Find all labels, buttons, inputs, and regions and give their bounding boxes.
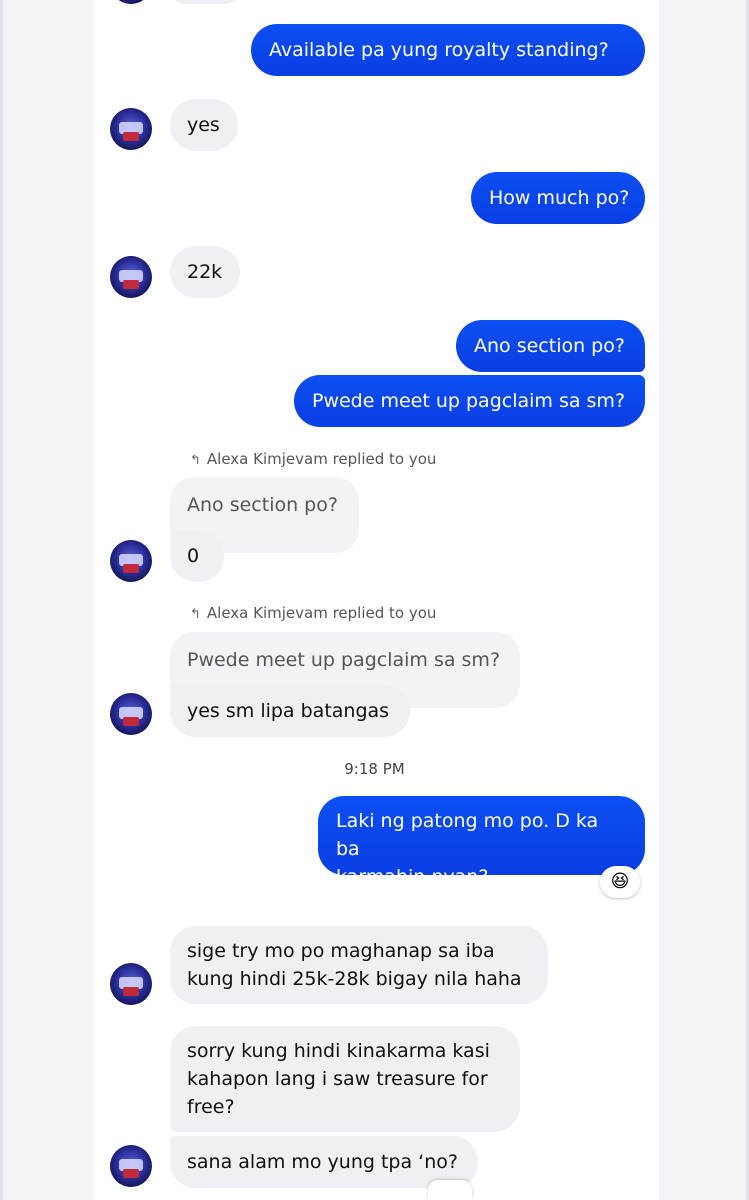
contact-avatar[interactable] — [110, 1145, 152, 1187]
incoming-message[interactable]: sorry kung hindi kinakarma kasi kahapon … — [170, 1026, 520, 1132]
message-line: karmahin nyan? — [336, 866, 489, 888]
incoming-message[interactable]: sana alam mo yung tpa ‘no? — [170, 1136, 478, 1188]
timestamp: 9:18 PM — [344, 760, 405, 778]
message-line: kung hindi 25k-28k bigay nila haha — [187, 968, 522, 990]
message-line: sige try mo po maghanap sa iba — [187, 940, 495, 962]
outgoing-message[interactable]: Ano section po? — [456, 320, 645, 372]
incoming-message[interactable]: 0 — [170, 530, 224, 582]
reaction-badge[interactable] — [428, 1180, 472, 1200]
contact-avatar[interactable] — [110, 256, 152, 298]
reply-arrow-icon: ↰ — [190, 453, 201, 468]
contact-avatar[interactable] — [110, 108, 152, 150]
contact-avatar[interactable] — [110, 963, 152, 1005]
message-line: kahapon lang i saw treasure for — [187, 1068, 488, 1090]
message-line: sorry kung hindi kinakarma kasi — [187, 1040, 490, 1062]
reply-arrow-icon: ↰ — [190, 607, 201, 622]
laughing-emoji-reaction[interactable]: 😆 — [600, 866, 640, 898]
reply-indicator: ↰ Alexa Kimjevam replied to you — [190, 604, 436, 624]
incoming-message[interactable]: 22k — [170, 246, 240, 298]
reply-indicator-text: Alexa Kimjevam replied to you — [206, 604, 437, 622]
outgoing-message[interactable]: How much po? — [471, 172, 645, 224]
contact-avatar[interactable] — [110, 693, 152, 735]
reply-indicator: ↰ Alexa Kimjevam replied to you — [190, 450, 436, 470]
contact-avatar[interactable] — [110, 540, 152, 582]
incoming-message[interactable]: sige try mo po maghanap sa iba kung hind… — [170, 926, 548, 1004]
outgoing-message[interactable]: Available pa yung royalty standing? — [251, 24, 645, 76]
outgoing-message[interactable]: Pwede meet up pagclaim sa sm? — [294, 375, 645, 427]
message-line: free? — [187, 1096, 235, 1118]
left-edge — [0, 0, 3, 1200]
incoming-message[interactable]: yes — [170, 99, 238, 151]
reply-indicator-text: Alexa Kimjevam replied to you — [206, 450, 437, 468]
incoming-message[interactable]: yes sm lipa batangas — [170, 685, 410, 737]
message-line: Laki ng patong mo po. D ka ba — [336, 810, 599, 860]
outgoing-message[interactable]: Laki ng patong mo po. D ka ba karmahin n… — [318, 796, 645, 888]
